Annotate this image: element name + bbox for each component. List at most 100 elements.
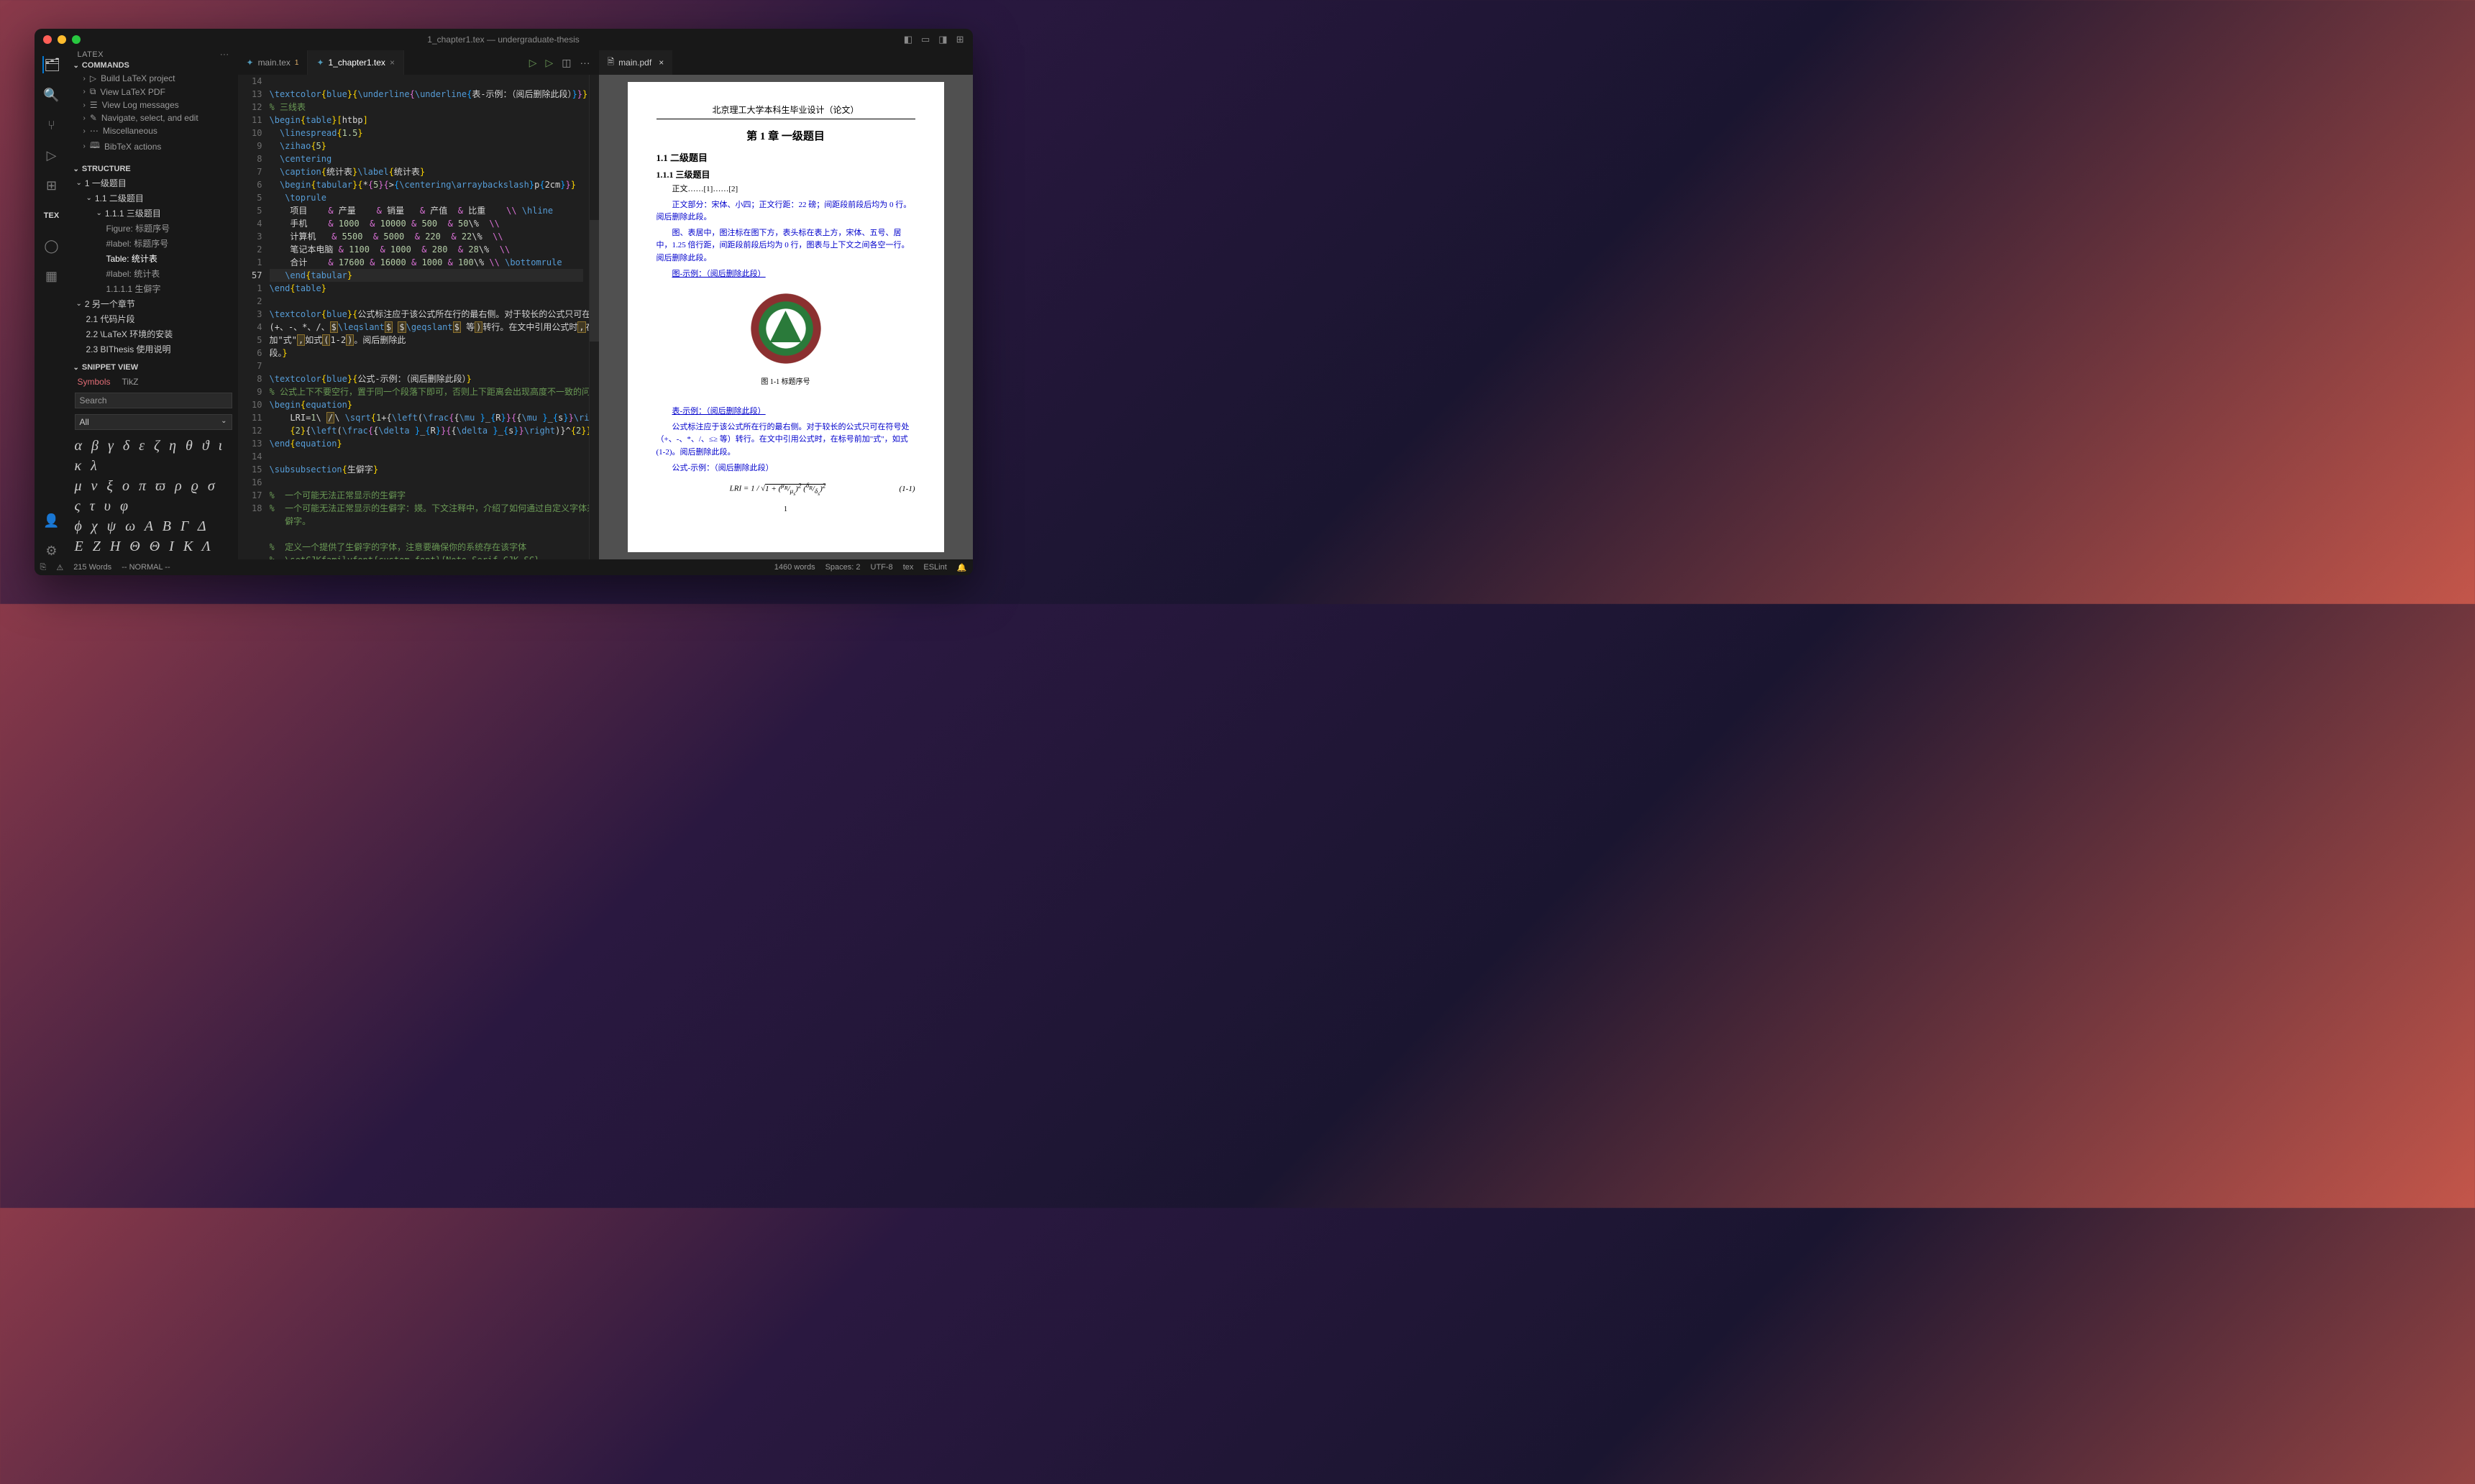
structure-node[interactable]: ⌄1.1 二级题目 (72, 191, 238, 206)
code-line[interactable] (270, 476, 583, 489)
code-line[interactable]: 僻字。 (270, 515, 583, 528)
editor-tab[interactable]: ✦main.tex1 (238, 50, 308, 75)
close-button[interactable] (43, 35, 52, 44)
gear-icon[interactable]: ⚙ (43, 542, 60, 559)
structure-node[interactable]: ⌄1.1.1 三级题目 (72, 206, 238, 221)
structure-node[interactable]: ⌄2 另一个章节 (72, 296, 238, 311)
symbol-row[interactable]: μ ν ξ ο π ϖ ρ ϱ σ ς τ υ φ (75, 476, 232, 516)
code-line[interactable]: \begin{equation} (270, 398, 583, 411)
code-line[interactable]: \zihao{5} (270, 139, 583, 152)
pdf-viewer[interactable]: 北京理工大学本科生毕业设计（论文） 第 1 章 一级题目 1.1 二级题目 1.… (599, 75, 973, 559)
symbol-row[interactable]: ϕ χ ψ ω Α Β Γ Δ (75, 516, 232, 536)
snippet-tab-symbols[interactable]: Symbols (78, 377, 111, 387)
maximize-button[interactable] (72, 35, 81, 44)
command-item[interactable]: ›☰View Log messages (69, 99, 238, 111)
explorer-icon[interactable]: 🗂 (42, 56, 60, 73)
code-line[interactable] (270, 528, 583, 541)
structure-node[interactable]: 2.1 代码片段 (72, 311, 238, 326)
code-line[interactable]: LRI=1\ /\ \sqrt{1+{\left(\frac{{\mu }_{R… (270, 411, 583, 424)
minimap[interactable] (589, 75, 599, 559)
customize-layout-icon[interactable]: ⊞ (956, 34, 964, 45)
snippet-category-dropdown[interactable]: All ⌄ (75, 414, 232, 430)
code-content[interactable]: \textcolor{blue}{\underline{\underline{表… (270, 75, 589, 559)
code-line[interactable]: 项目 & 产量 & 销量 & 产值 & 比重 \\ \hline (270, 204, 583, 217)
structure-node[interactable]: 1.1.1.1 生僻字 (72, 281, 238, 296)
snippet-search-input[interactable]: Search (75, 393, 232, 408)
structure-node[interactable]: 2.3 BIThesis 使用说明 (72, 342, 238, 357)
structure-node[interactable]: #label: 标题序号 (72, 236, 238, 251)
account-icon[interactable]: 👤 (43, 512, 60, 529)
code-line[interactable]: \linespread{1.5} (270, 127, 583, 139)
symbols-grid[interactable]: α β γ δ ε ζ η θ ϑ ι κ λμ ν ξ ο π ϖ ρ ϱ σ… (69, 433, 238, 559)
minimize-button[interactable] (58, 35, 66, 44)
symbol-row[interactable]: α β γ δ ε ζ η θ ϑ ι κ λ (75, 436, 232, 476)
statusbar-item[interactable]: ESLint (923, 563, 946, 572)
run-debug-icon[interactable]: ▷ (43, 147, 60, 164)
close-icon[interactable]: × (659, 58, 664, 68)
code-line[interactable]: 合计 & 17600 & 16000 & 1000 & 100\% \\ \bo… (270, 256, 583, 269)
word-count[interactable]: 215 Words (73, 563, 111, 572)
search-icon[interactable]: 🔍 (43, 86, 60, 104)
command-item[interactable]: ›⧉View LaTeX PDF (69, 85, 238, 99)
structure-node[interactable]: 2.2 \LaTeX 环境的安装 (72, 326, 238, 342)
code-line[interactable]: \toprule (270, 191, 583, 204)
code-line[interactable]: 笔记本电脑 & 1100 & 1000 & 280 & 28\% \\ (270, 243, 583, 256)
code-line[interactable]: 手机 & 1000 & 10000 & 500 & 50\% \\ (270, 217, 583, 230)
code-line[interactable]: \textcolor{blue}{公式-示例：（阅后删除此段）} (270, 372, 583, 385)
problems-icon[interactable]: ⚠ (56, 563, 63, 572)
code-line[interactable]: \end{table} (270, 282, 583, 295)
code-line[interactable]: % 一个可能无法正常显示的生僻字 (270, 489, 583, 502)
more-icon[interactable]: ··· (580, 57, 590, 68)
code-line[interactable]: \textcolor{blue}{\underline{\underline{表… (270, 88, 583, 101)
statusbar-item[interactable]: UTF-8 (871, 563, 893, 572)
code-line[interactable]: \caption{统计表}\label{统计表} (270, 165, 583, 178)
more-icon[interactable]: ··· (220, 50, 229, 59)
snippet-tab-tikz[interactable]: TikZ (122, 377, 139, 387)
minimap-slider[interactable] (590, 220, 599, 342)
structure-node[interactable]: Table: 统计表 (72, 251, 238, 266)
code-line[interactable]: % \setCJKfamilyfont{custom-font}{Noto Se… (270, 554, 583, 559)
structure-node[interactable]: ⌄1 一级题目 (72, 175, 238, 191)
extensions-icon[interactable]: ⊞ (43, 177, 60, 194)
toggle-panel-icon[interactable]: ▭ (921, 34, 930, 45)
commands-section-header[interactable]: ⌄ COMMANDS (69, 59, 238, 72)
command-item[interactable]: ›🕮BibTeX actions (69, 137, 238, 155)
code-line[interactable] (270, 295, 583, 308)
command-item[interactable]: ›▷Build LaTeX project (69, 72, 238, 85)
toggle-primary-sidebar-icon[interactable]: ◧ (904, 34, 912, 45)
statusbar-item[interactable]: Spaces: 2 (825, 563, 861, 572)
command-item[interactable]: ›⋯Miscellaneous (69, 124, 238, 137)
github-icon[interactable]: ◯ (43, 237, 60, 255)
remote-icon[interactable]: ⎘ (40, 563, 47, 572)
code-line[interactable]: % 公式上下不要空行，置于同一个段落下即可，否则上下距离会出现高度不一致的问题 (270, 385, 583, 398)
tex-icon[interactable]: TEX (43, 207, 60, 224)
code-line[interactable]: \subsubsection{生僻字} (270, 463, 583, 476)
code-line[interactable]: \centering (270, 152, 583, 165)
split-icon[interactable]: ◫ (562, 57, 571, 69)
run-with-icon[interactable]: ▷ (545, 57, 553, 69)
command-item[interactable]: ›✎Navigate, select, and edit (69, 111, 238, 124)
structure-section-header[interactable]: ⌄ STRUCTURE (69, 162, 238, 175)
code-line[interactable] (270, 75, 583, 88)
code-line[interactable]: \textcolor{blue}{公式标注应于该公式所在行的最右侧。对于较长的公… (270, 308, 583, 321)
diagrams-icon[interactable]: ▦ (43, 267, 60, 285)
code-line[interactable]: {2}{\left(\frac{{\delta }_{R}}{{\delta }… (270, 424, 583, 437)
run-icon[interactable]: ▷ (529, 57, 537, 69)
structure-node[interactable]: Figure: 标题序号 (72, 221, 238, 236)
code-line[interactable]: \begin{table}[htbp] (270, 114, 583, 127)
toggle-secondary-sidebar-icon[interactable]: ◨ (938, 34, 947, 45)
statusbar-item[interactable]: 🔔 (957, 563, 967, 572)
code-line[interactable] (270, 359, 583, 372)
editor-tab[interactable]: ✦1_chapter1.tex× (308, 50, 403, 75)
code-line[interactable]: % 一个可能无法正常显示的生僻字：媖。下文注释中，介绍了如何通过自定义字体来显示… (270, 502, 583, 515)
close-icon[interactable]: × (390, 58, 395, 68)
source-control-icon[interactable]: ⑂ (43, 116, 60, 134)
structure-node[interactable]: #label: 统计表 (72, 266, 238, 281)
code-line[interactable]: 加"式",如式(1-2)。阅后删除此 (270, 334, 583, 347)
code-line[interactable]: \end{equation} (270, 437, 583, 450)
code-line[interactable]: \begin{tabular}{*{5}{>{\centering\arrayb… (270, 178, 583, 191)
code-line[interactable]: % 定义一个提供了生僻字的字体，注意要确保你的系统存在该字体 (270, 541, 583, 554)
code-area[interactable]: 1413121110987655432157123456789101112131… (238, 75, 599, 559)
code-line[interactable]: \end{tabular} (270, 269, 583, 282)
code-line[interactable]: 段。} (270, 347, 583, 359)
